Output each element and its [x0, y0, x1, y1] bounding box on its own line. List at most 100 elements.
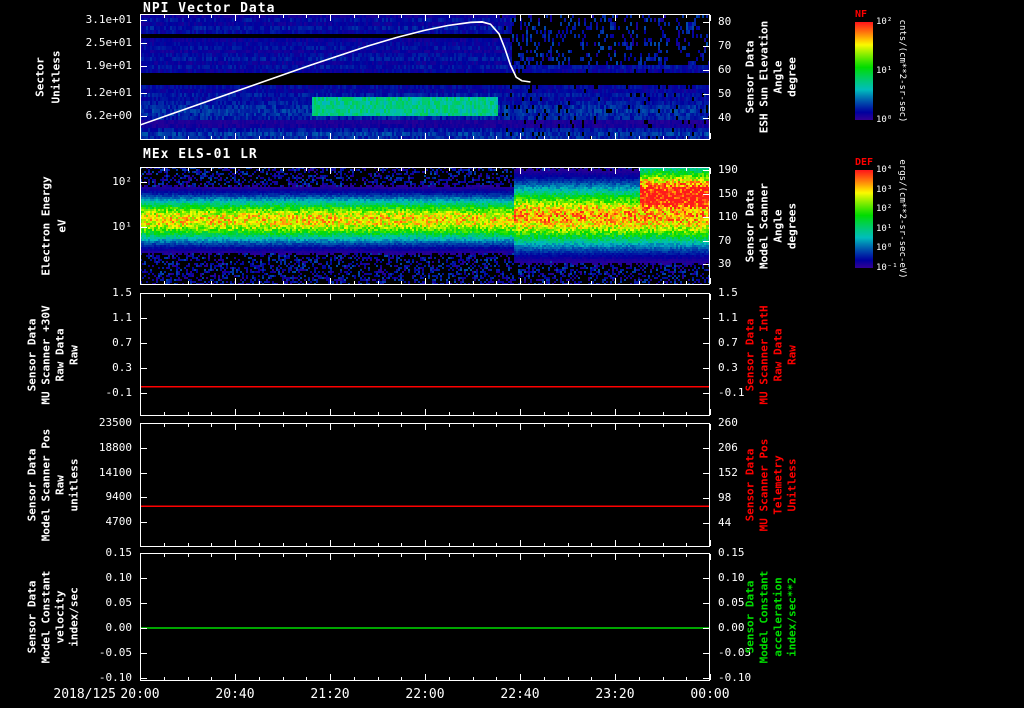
- right-axis-title-line: Angle: [771, 60, 785, 94]
- y-tick-label-right: 150: [718, 187, 738, 200]
- x-minor-tick-mark-top: [211, 424, 212, 427]
- x-minor-tick-mark: [639, 677, 640, 680]
- x-tick-mark: [140, 674, 141, 680]
- left-axis-title-line: Sensor Data: [25, 318, 39, 391]
- x-minor-tick-mark: [591, 281, 592, 284]
- x-minor-tick-mark-top: [544, 168, 545, 171]
- x-minor-tick-mark-top: [568, 15, 569, 18]
- y-tick-mark-right: [703, 70, 709, 71]
- x-tick-mark-top: [330, 424, 331, 430]
- y-tick-mark-left: [141, 653, 147, 654]
- y-tick-mark-right: [703, 217, 709, 218]
- x-minor-tick-mark-top: [544, 15, 545, 18]
- colorbar-tick-label: 10²: [876, 17, 893, 27]
- y-tick-mark-left: [141, 368, 147, 369]
- y-tick-mark-left: [141, 293, 147, 294]
- x-tick-mark-top: [710, 15, 711, 21]
- y-tick-mark-left: [141, 553, 147, 554]
- left-axis-title-line: Model Constant: [39, 570, 53, 664]
- x-tick-mark: [330, 674, 331, 680]
- y-tick-mark-left: [141, 497, 147, 498]
- x-minor-tick-mark: [211, 136, 212, 139]
- x-minor-tick-mark: [449, 677, 450, 680]
- x-minor-tick-mark-top: [473, 168, 474, 171]
- x-minor-tick-mark-top: [378, 168, 379, 171]
- x-minor-tick-mark-top: [259, 168, 260, 171]
- x-tick-mark: [140, 540, 141, 546]
- x-minor-tick-mark-top: [306, 294, 307, 297]
- x-tick-mark-top: [140, 15, 141, 21]
- y-tick-mark-right: [703, 653, 709, 654]
- x-tick-mark-top: [710, 424, 711, 430]
- x-minor-tick-mark: [354, 136, 355, 139]
- plot-border-mu30v: [140, 293, 710, 416]
- y-tick-label-right: 40: [718, 111, 732, 124]
- y-tick-mark-left: [141, 628, 147, 629]
- x-minor-tick-mark: [283, 543, 284, 546]
- x-minor-tick-mark-top: [591, 168, 592, 171]
- x-minor-tick-mark: [188, 281, 189, 284]
- x-minor-tick-mark-top: [378, 554, 379, 557]
- x-minor-tick-mark: [449, 136, 450, 139]
- x-tick-mark: [425, 133, 426, 139]
- x-minor-tick-mark-top: [259, 554, 260, 557]
- colorbar-tick-label: 10⁰: [876, 115, 893, 125]
- x-minor-tick-mark-top: [663, 15, 664, 18]
- x-minor-tick-mark-top: [686, 168, 687, 171]
- x-tick-mark: [615, 540, 616, 546]
- x-tick-label: 00:00: [690, 687, 730, 702]
- y-tick-mark-left: [141, 66, 147, 67]
- y-tick-label-left: 10¹: [112, 220, 132, 233]
- x-tick-mark-top: [425, 424, 426, 430]
- x-minor-tick-mark: [496, 136, 497, 139]
- left-axis-title-line: index/sec: [67, 587, 81, 647]
- x-tick-mark: [235, 674, 236, 680]
- y-tick-label-right: 0.10: [718, 571, 745, 584]
- x-tick-mark-top: [710, 554, 711, 560]
- x-tick-mark-top: [520, 424, 521, 430]
- x-minor-tick-mark-top: [639, 294, 640, 297]
- x-minor-tick-mark: [473, 412, 474, 415]
- right-axis-title-line: Unitless: [785, 458, 799, 512]
- plot-border-npi: [140, 14, 710, 140]
- x-minor-tick-mark: [686, 281, 687, 284]
- y-tick-mark-left: [141, 678, 147, 679]
- x-minor-tick-mark: [401, 677, 402, 680]
- x-minor-tick-mark: [663, 281, 664, 284]
- x-minor-tick-mark: [663, 136, 664, 139]
- x-minor-tick-mark: [283, 412, 284, 415]
- x-minor-tick-mark: [568, 136, 569, 139]
- x-minor-tick-mark-top: [164, 554, 165, 557]
- x-minor-tick-mark: [378, 412, 379, 415]
- def-colorbar: [855, 170, 873, 268]
- x-minor-tick-mark-top: [306, 424, 307, 427]
- x-minor-tick-mark-top: [164, 294, 165, 297]
- x-minor-tick-mark-top: [259, 294, 260, 297]
- x-minor-tick-mark-top: [378, 424, 379, 427]
- x-minor-tick-mark: [663, 677, 664, 680]
- x-minor-tick-mark-top: [164, 15, 165, 18]
- x-minor-tick-mark-top: [568, 554, 569, 557]
- left-axis-title-line: Model Scanner Pos: [39, 428, 53, 542]
- right-axis-title-line: Raw Data: [771, 328, 785, 381]
- x-minor-tick-mark-top: [354, 554, 355, 557]
- y-tick-mark-right: [703, 448, 709, 449]
- y-tick-label-right: -0.1: [718, 386, 745, 399]
- x-minor-tick-mark: [211, 677, 212, 680]
- x-minor-tick-mark: [663, 543, 664, 546]
- y-tick-label-right: -0.10: [718, 671, 752, 684]
- x-minor-tick-mark: [591, 543, 592, 546]
- x-minor-tick-mark-top: [306, 554, 307, 557]
- x-minor-tick-mark-top: [496, 554, 497, 557]
- y-tick-mark-right: [703, 46, 709, 47]
- x-minor-tick-mark-top: [473, 15, 474, 18]
- y-tick-label-left: 1.2e+01: [85, 86, 132, 99]
- x-tick-mark-top: [425, 294, 426, 300]
- x-tick-mark-top: [140, 424, 141, 430]
- x-minor-tick-mark: [188, 136, 189, 139]
- x-minor-tick-mark: [401, 136, 402, 139]
- x-minor-tick-mark-top: [378, 15, 379, 18]
- x-tick-mark-top: [520, 554, 521, 560]
- right-axis-title-line: degree: [785, 57, 799, 97]
- left-axis-title-line: MU Scanner +30V: [39, 304, 53, 405]
